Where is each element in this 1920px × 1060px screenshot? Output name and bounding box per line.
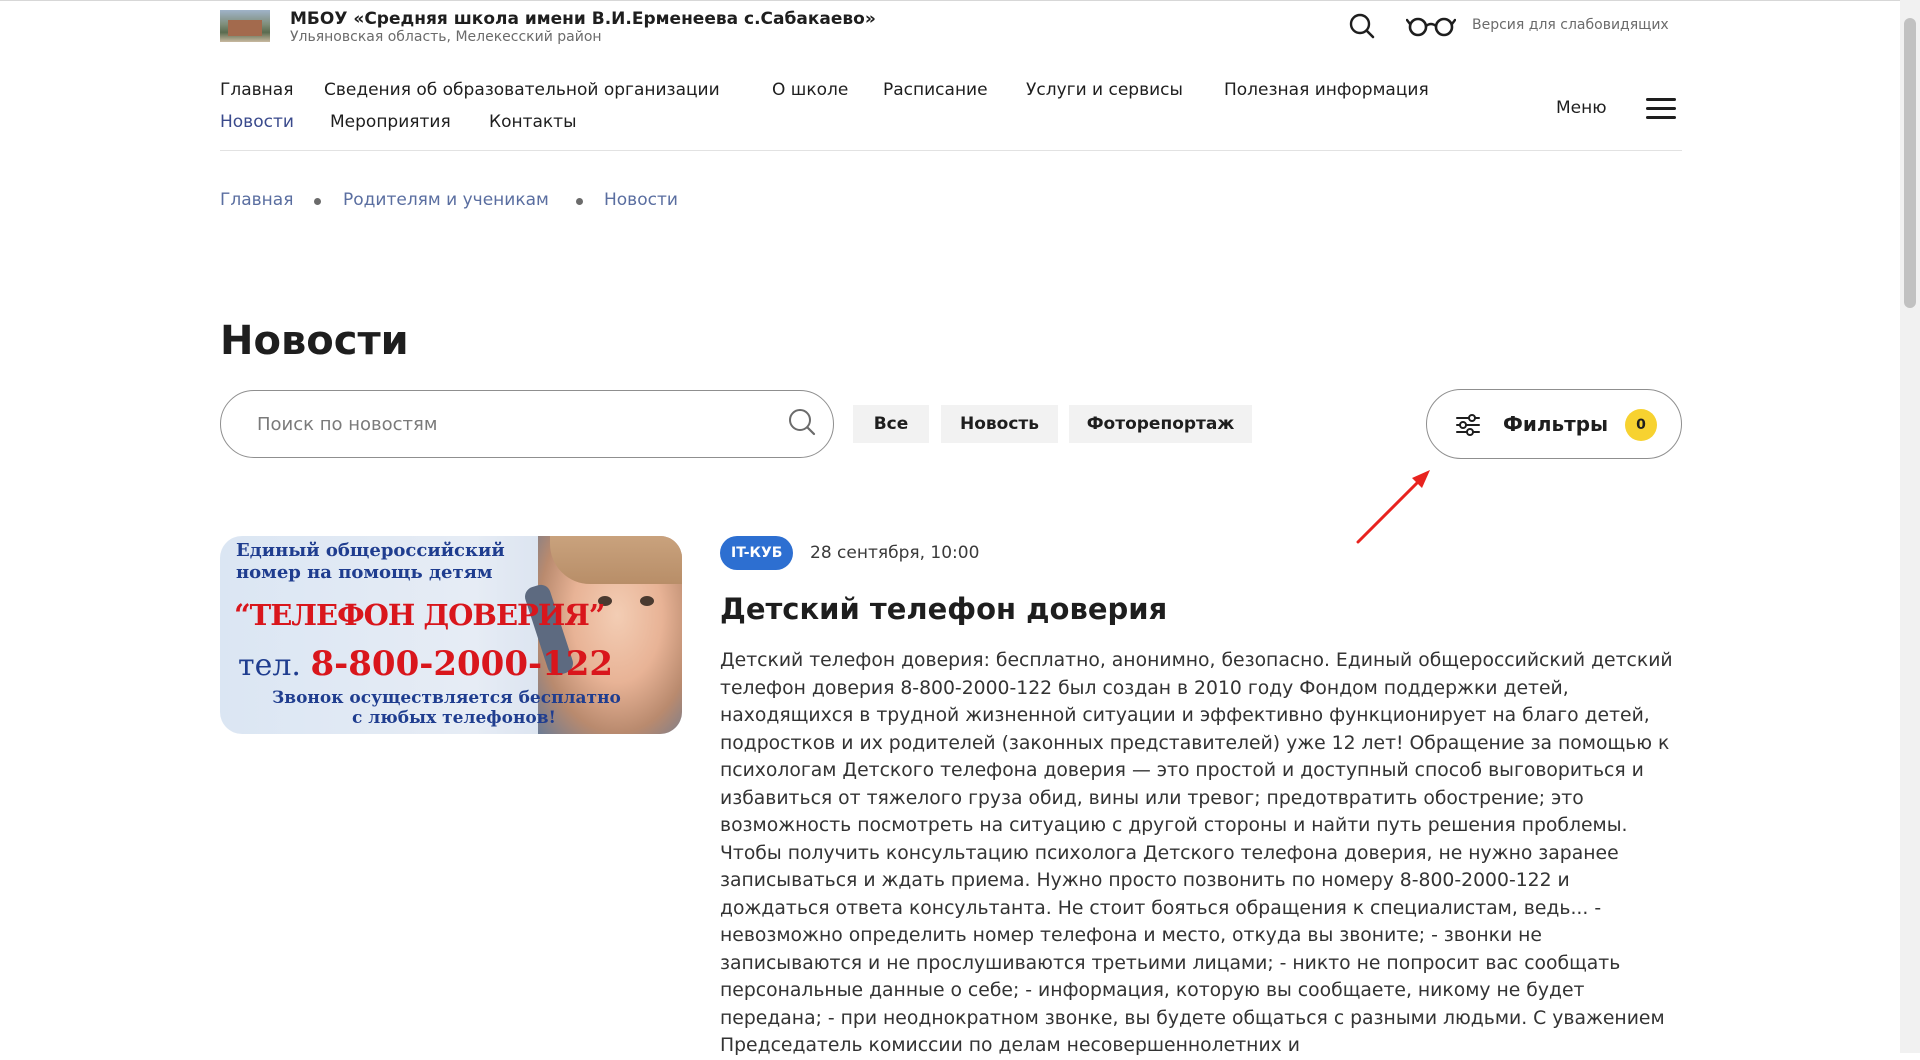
image-text-line: Единый общероссийский — [236, 540, 505, 561]
breadcrumb-separator — [314, 198, 321, 205]
filters-count-badge: 0 — [1625, 409, 1657, 441]
news-category-tag[interactable]: IT-КУБ — [720, 536, 794, 570]
breadcrumb-separator — [576, 198, 583, 205]
nav-item-schedule[interactable]: Расписание — [883, 80, 988, 100]
nav-item-about[interactable]: О школе — [772, 80, 848, 100]
school-logo[interactable] — [220, 10, 270, 42]
image-text-line: номер на помощь детям — [236, 562, 493, 583]
search-icon[interactable] — [1348, 12, 1376, 40]
filter-chip-photo-report[interactable]: Фоторепортаж — [1069, 405, 1252, 443]
news-search[interactable] — [220, 390, 834, 458]
child-hair — [550, 536, 682, 584]
school-region: Ульяновская область, Мелекесский район — [290, 29, 602, 45]
filter-chip-news[interactable]: Новость — [941, 405, 1058, 443]
filters-button[interactable]: Фильтры 0 — [1426, 389, 1682, 459]
nav-divider — [220, 150, 1682, 151]
child-eye — [640, 596, 654, 606]
nav-item-news[interactable]: Новости — [220, 112, 294, 132]
page-title: Новости — [220, 318, 409, 364]
nav-item-events[interactable]: Мероприятия — [330, 112, 451, 132]
image-phone-number: 8-800-2000-122 — [310, 644, 614, 684]
sliders-icon — [1456, 414, 1480, 436]
nav-item-useful-info[interactable]: Полезная информация — [1224, 80, 1429, 100]
breadcrumb-parents[interactable]: Родителям и ученикам — [343, 190, 549, 210]
news-date: 28 сентября, 10:00 — [810, 543, 980, 563]
nav-item-services[interactable]: Услуги и сервисы — [1026, 80, 1183, 100]
news-search-input[interactable] — [255, 413, 759, 436]
nav-item-org-info[interactable]: Сведения об образовательной организации — [324, 80, 720, 100]
filters-label: Фильтры — [1503, 412, 1609, 436]
nav-item-home[interactable]: Главная — [220, 80, 293, 100]
breadcrumb-home[interactable]: Главная — [220, 190, 293, 210]
logo-building — [228, 20, 262, 36]
top-border — [0, 0, 1900, 1]
filter-chip-all[interactable]: Все — [853, 405, 929, 443]
news-image[interactable]: Единый общероссийский номер на помощь де… — [220, 536, 682, 734]
page-scrollbar[interactable] — [1900, 0, 1920, 1053]
low-vision-version-link[interactable]: Версия для слабовидящих — [1472, 17, 1669, 33]
news-title[interactable]: Детский телефон доверия — [720, 592, 1167, 626]
hamburger-icon[interactable] — [1646, 98, 1676, 120]
image-headline: “ТЕЛЕФОН ДОВЕРИЯ” — [234, 598, 606, 632]
menu-label[interactable]: Меню — [1556, 98, 1607, 118]
image-phone-line: тел. 8-800-2000-122 — [238, 644, 613, 684]
glasses-icon[interactable] — [1406, 14, 1456, 38]
annotation-arrow — [1356, 470, 1430, 544]
school-name[interactable]: МБОУ «Средняя школа имени В.И.Ерменеева … — [290, 9, 876, 29]
image-text-line: Звонок осуществляется бесплатно — [272, 688, 621, 708]
search-icon[interactable] — [787, 407, 817, 437]
image-text-line: с любых телефонов! — [352, 708, 556, 728]
scrollbar-thumb[interactable] — [1904, 18, 1916, 308]
nav-item-contacts[interactable]: Контакты — [489, 112, 577, 132]
breadcrumb-news: Новости — [604, 190, 678, 210]
news-excerpt: Детский телефон доверия: бесплатно, анон… — [720, 650, 1673, 1056]
image-phone-prefix: тел. — [238, 648, 301, 683]
